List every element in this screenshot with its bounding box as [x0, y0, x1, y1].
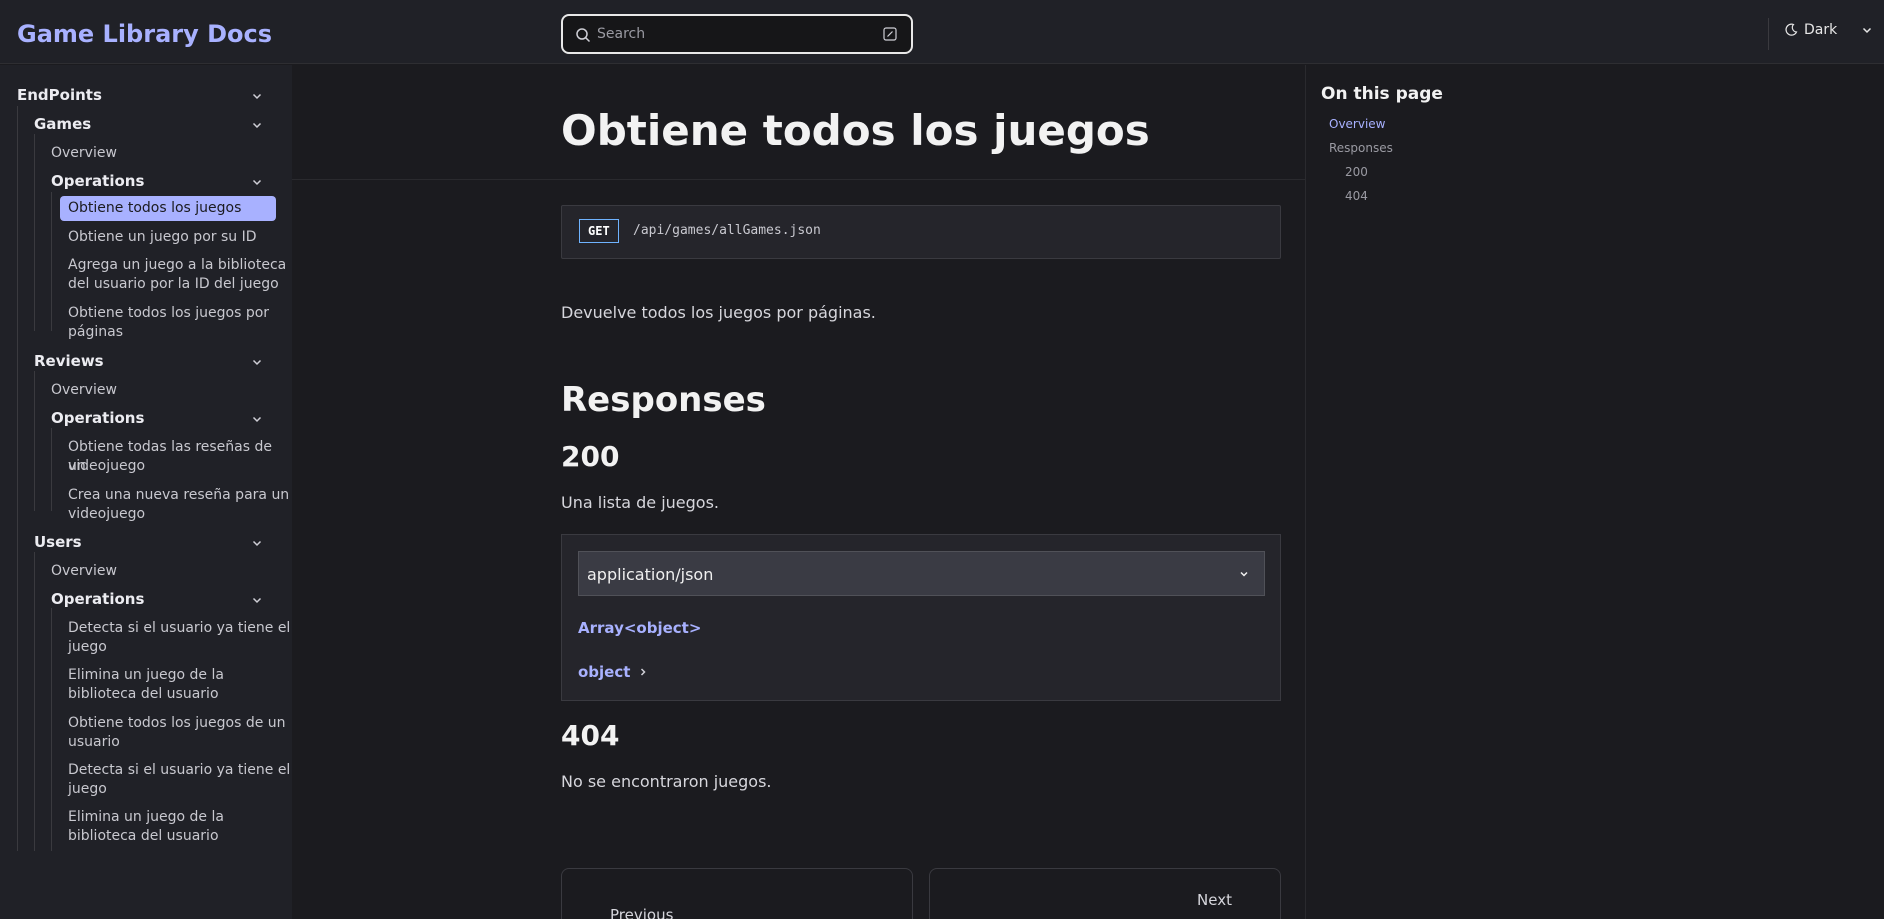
keyboard-shortcut-icon	[883, 27, 897, 41]
sidebar-item[interactable]: Agrega un juego a la biblioteca	[68, 256, 286, 275]
sidebar-item-cont[interactable]: videojuego	[68, 505, 145, 524]
tree-guide-line	[17, 106, 18, 851]
site-title-link[interactable]: Game Library Docs	[17, 20, 272, 48]
chevron-down-icon[interactable]	[251, 176, 263, 188]
tree-guide-line	[51, 428, 52, 511]
page-title: Obtiene todos los juegos	[561, 106, 1150, 155]
tree-guide-line	[34, 552, 35, 851]
chevron-down-icon[interactable]	[251, 413, 263, 425]
sidebar-item-active[interactable]: Obtiene todos los juegos	[60, 196, 276, 221]
response-200-heading: 200	[561, 440, 620, 473]
chevron-down-icon	[1240, 571, 1248, 577]
endpoint-description: Devuelve todos los juegos por páginas.	[561, 303, 876, 322]
response-404-description: No se encontraron juegos.	[561, 772, 772, 791]
theme-label: Dark	[1804, 22, 1838, 38]
previous-label: Previous	[610, 906, 674, 919]
moon-icon	[1785, 23, 1798, 36]
sidebar-item-cont[interactable]: biblioteca del usuario	[68, 827, 219, 846]
tree-guide-line	[34, 371, 35, 511]
response-200-description: Una lista de juegos.	[561, 493, 720, 512]
sidebar-group-users[interactable]: Users	[34, 533, 82, 552]
sidebar-group-games[interactable]: Games	[34, 115, 91, 134]
toc-title: On this page	[1321, 84, 1443, 104]
sidebar-item-games-overview[interactable]: Overview	[51, 144, 117, 163]
endpoint-block: GET /api/games/allGames.json	[561, 205, 1281, 259]
chevron-down-icon[interactable]	[251, 594, 263, 606]
theme-switcher[interactable]: Dark	[1784, 22, 1873, 38]
sidebar-item-cont[interactable]: videojuego	[68, 457, 145, 476]
toc-item-responses[interactable]: Responses	[1329, 141, 1393, 155]
chevron-down-icon[interactable]	[251, 356, 263, 368]
sidebar-group-reviews-operations[interactable]: Operations	[51, 409, 144, 428]
sidebar-group-games-operations[interactable]: Operations	[51, 172, 144, 191]
response-schema-panel: application/json Array<object> object	[561, 534, 1281, 701]
chevron-right-icon	[641, 668, 646, 676]
chevron-down-icon[interactable]	[251, 119, 263, 131]
divider	[1768, 18, 1769, 50]
aside-divider	[1305, 65, 1306, 919]
next-label: Next	[1197, 891, 1232, 909]
content-type-select[interactable]: application/json	[578, 551, 1265, 596]
sidebar-item-cont[interactable]: juego	[68, 638, 107, 657]
sidebar-item[interactable]: Elimina un juego de la	[68, 808, 224, 827]
sidebar-item-reviews-overview[interactable]: Overview	[51, 381, 117, 400]
sidebar-group-reviews[interactable]: Reviews	[34, 352, 104, 371]
sidebar-group-users-operations[interactable]: Operations	[51, 590, 144, 609]
tree-guide-line	[51, 192, 52, 331]
chevron-down-icon[interactable]	[251, 537, 263, 549]
title-divider	[292, 179, 1305, 180]
sidebar-item[interactable]: Obtiene todos los juegos de un	[68, 714, 286, 733]
schema-type: Array<object>	[578, 619, 702, 637]
tree-guide-line	[51, 608, 52, 851]
responses-heading: Responses	[561, 380, 766, 420]
sidebar-item-cont[interactable]: páginas	[68, 323, 123, 342]
toc-item-overview[interactable]: Overview	[1329, 117, 1386, 131]
sidebar-item-cont[interactable]: biblioteca del usuario	[68, 685, 219, 704]
next-page-button[interactable]: Next	[929, 868, 1281, 919]
toc-item-404[interactable]: 404	[1345, 189, 1368, 203]
sidebar-item-cont[interactable]: del usuario por la ID del juego	[68, 275, 279, 294]
previous-page-button[interactable]: Previous	[561, 868, 913, 919]
search-box[interactable]: Search	[561, 14, 913, 54]
sidebar-item[interactable]: Obtiene todos los juegos por	[68, 304, 269, 323]
sidebar-item-users-overview[interactable]: Overview	[51, 562, 117, 581]
chevron-down-icon	[1863, 27, 1872, 34]
tree-guide-line	[34, 134, 35, 331]
search-placeholder: Search	[597, 26, 646, 42]
sidebar-item[interactable]: Crea una nueva reseña para un	[68, 486, 289, 505]
sidebar-item[interactable]: Detecta si el usuario ya tiene el	[68, 761, 290, 780]
sidebar-item[interactable]: Elimina un juego de la	[68, 666, 224, 685]
sidebar-item[interactable]: Obtiene un juego por su ID	[68, 228, 257, 247]
sidebar: EndPoints Games Overview Operations Obti…	[0, 65, 292, 919]
sidebar-item-cont[interactable]: juego	[68, 780, 107, 799]
schema-object-label: object	[578, 663, 631, 681]
sidebar-item-cont[interactable]: usuario	[68, 733, 120, 752]
search-icon	[576, 28, 591, 43]
sidebar-item[interactable]: Detecta si el usuario ya tiene el	[68, 619, 290, 638]
response-404-heading: 404	[561, 719, 620, 752]
top-nav-bar: Game Library Docs Search Dark	[0, 0, 1884, 64]
endpoint-path: /api/games/allGames.json	[633, 223, 821, 238]
sidebar-group-endpoints[interactable]: EndPoints	[17, 86, 102, 105]
content-type-value: application/json	[587, 565, 714, 584]
chevron-down-icon[interactable]	[251, 90, 263, 102]
toc-item-200[interactable]: 200	[1345, 165, 1368, 179]
http-method-badge: GET	[579, 219, 619, 243]
schema-object-toggle[interactable]: object	[578, 663, 648, 681]
